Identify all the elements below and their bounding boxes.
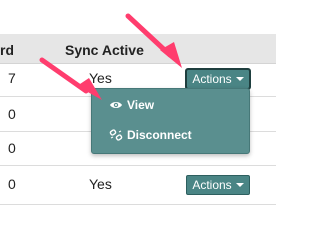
actions-button[interactable]: Actions bbox=[186, 175, 250, 195]
column-header-sync-active: Sync Active bbox=[65, 42, 144, 58]
table-cell-sync-active: Yes bbox=[89, 176, 112, 192]
row-divider bbox=[0, 165, 276, 166]
column-header-records: rds bbox=[0, 42, 13, 58]
eye-icon bbox=[109, 99, 123, 111]
actions-dropdown-menu: View Disconnect bbox=[91, 88, 250, 154]
menu-item-label: Disconnect bbox=[127, 128, 192, 142]
row-divider bbox=[0, 204, 276, 205]
actions-button-label: Actions bbox=[192, 72, 232, 86]
menu-item-label: View bbox=[127, 98, 155, 112]
caret-down-icon bbox=[235, 183, 244, 187]
caret-down-icon bbox=[235, 77, 244, 81]
table-cell-records: 7 bbox=[8, 70, 16, 86]
screen: rds Sync Active 7 Yes Actions 0 0 0 Yes … bbox=[0, 0, 276, 245]
unlink-icon bbox=[109, 129, 123, 141]
actions-button[interactable]: Actions bbox=[185, 68, 251, 90]
actions-button-label: Actions bbox=[192, 178, 232, 192]
table-cell-records: 0 bbox=[8, 176, 16, 192]
table-cell-sync-active: Yes bbox=[89, 70, 112, 86]
table-cell-records: 0 bbox=[8, 106, 16, 122]
menu-item-disconnect[interactable]: Disconnect bbox=[92, 123, 249, 147]
table-cell-records: 0 bbox=[8, 140, 16, 156]
menu-item-view[interactable]: View bbox=[92, 93, 249, 117]
